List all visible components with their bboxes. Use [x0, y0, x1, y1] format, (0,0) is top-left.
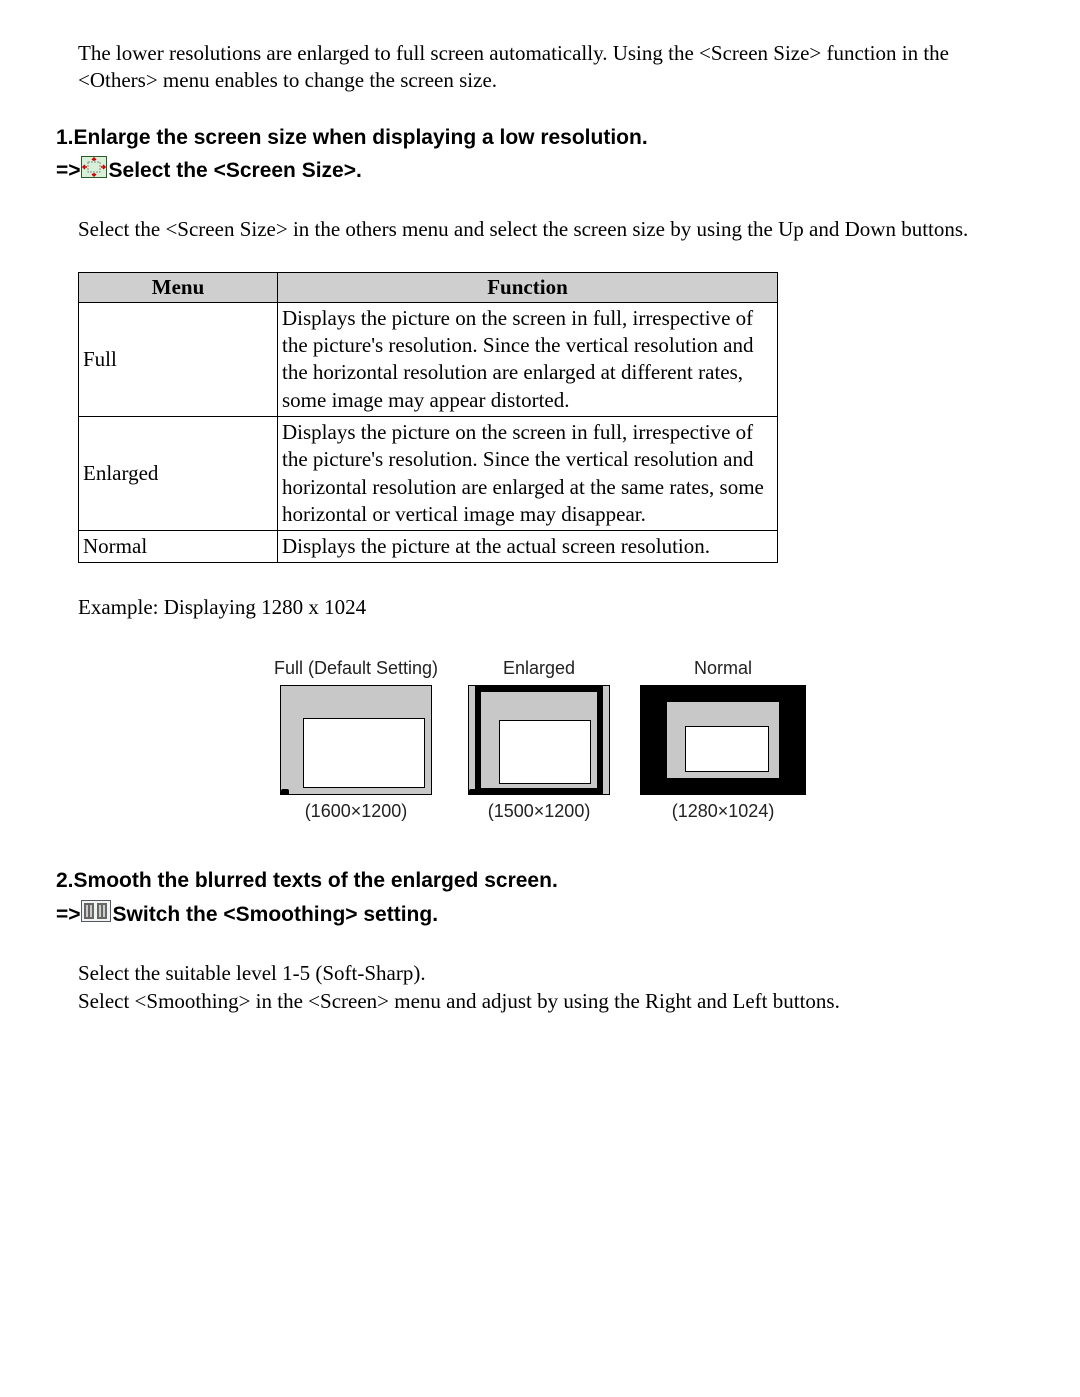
table-header-function: Function: [278, 272, 778, 302]
diagram-normal-caption: (1280×1024): [672, 801, 775, 822]
table-row: Normal Displays the picture at the actua…: [79, 531, 778, 563]
table-cell-menu: Normal: [79, 531, 278, 563]
arrow-symbol: =>: [56, 903, 81, 926]
table-cell-menu: Full: [79, 302, 278, 416]
diagram-full: Full (Default Setting) (1600×1200): [274, 658, 438, 822]
diagram-row: Full (Default Setting) (1600×1200) Enlar…: [78, 658, 1002, 822]
arrow-symbol: =>: [56, 159, 81, 182]
table-cell-function: Displays the picture at the actual scree…: [278, 531, 778, 563]
diagram-enlarged-title: Enlarged: [503, 658, 575, 679]
example-label: Example: Displaying 1280 x 1024: [78, 595, 1002, 620]
screen-size-table: Menu Function Full Displays the picture …: [78, 272, 778, 564]
section-1-body: Select the <Screen Size> in the others m…: [78, 216, 1002, 243]
section-2-body-line1: Select the suitable level 1-5 (Soft-Shar…: [78, 961, 426, 985]
screen-illustration-enlarged: [468, 685, 610, 795]
section-2-body-line2: Select <Smoothing> in the <Screen> menu …: [78, 989, 840, 1013]
section-1-subtitle: Select the <Screen Size>.: [109, 159, 362, 182]
section-2-subtitle: Switch the <Smoothing> setting.: [113, 903, 439, 926]
section-2-body: Select the suitable level 1-5 (Soft-Shar…: [78, 960, 1002, 1015]
diagram-full-caption: (1600×1200): [305, 801, 408, 822]
intro-text: The lower resolutions are enlarged to fu…: [78, 40, 1002, 95]
table-cell-menu: Enlarged: [79, 416, 278, 530]
table-cell-function: Displays the picture on the screen in fu…: [278, 302, 778, 416]
table-row: Enlarged Displays the picture on the scr…: [79, 416, 778, 530]
section-1-heading: 1.Enlarge the screen size when displayin…: [56, 121, 1002, 189]
section-2-heading: 2.Smooth the blurred texts of the enlarg…: [56, 864, 1002, 932]
diagram-full-title: Full (Default Setting): [274, 658, 438, 679]
section-1-title: 1.Enlarge the screen size when displayin…: [56, 126, 648, 149]
table-cell-function: Displays the picture on the screen in fu…: [278, 416, 778, 530]
table-row: Full Displays the picture on the screen …: [79, 302, 778, 416]
diagram-normal-title: Normal: [694, 658, 752, 679]
screen-size-icon: [81, 155, 107, 189]
screen-illustration-full: [280, 685, 432, 795]
diagram-enlarged-caption: (1500×1200): [488, 801, 591, 822]
diagram-enlarged: Enlarged (1500×1200): [468, 658, 610, 822]
screen-illustration-normal: [640, 685, 806, 795]
section-2-title: 2.Smooth the blurred texts of the enlarg…: [56, 869, 558, 892]
table-header-menu: Menu: [79, 272, 278, 302]
smoothing-icon: [81, 899, 111, 933]
diagram-normal: Normal (1280×1024): [640, 658, 806, 822]
